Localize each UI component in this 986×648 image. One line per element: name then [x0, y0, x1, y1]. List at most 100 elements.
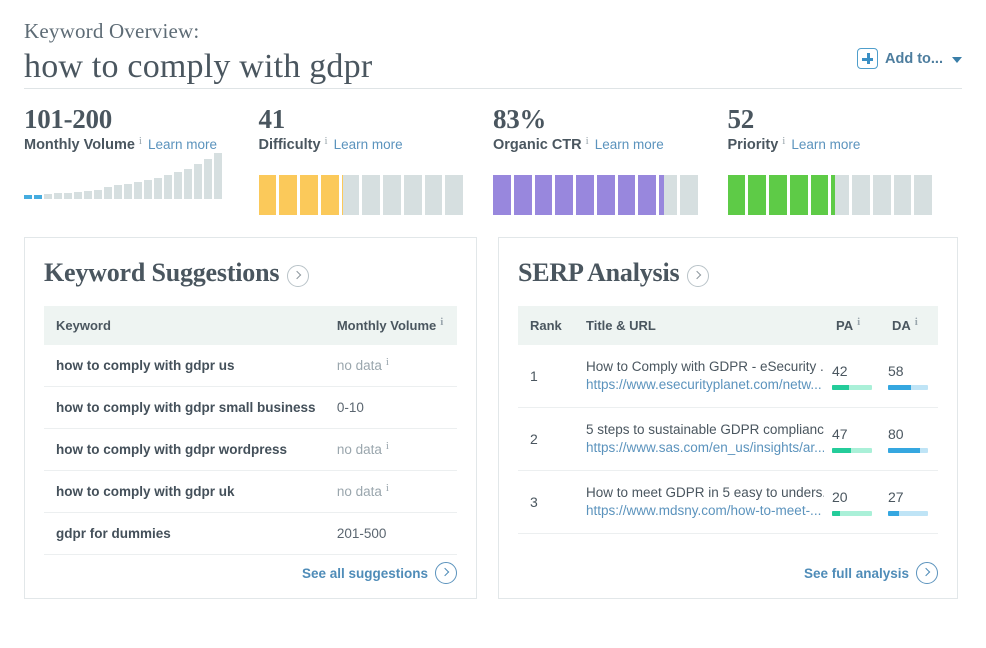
metric-organic-ctr: 83% Organic CTR i Learn more [493, 103, 728, 215]
panels-row: Keyword Suggestions Keyword Monthly Volu… [0, 215, 986, 599]
info-icon[interactable]: i [857, 316, 860, 328]
result-url[interactable]: https://www.esecurityplanet.com/netw... [586, 376, 824, 394]
column-header-pa[interactable]: PA i [824, 306, 880, 345]
result-url[interactable]: https://www.sas.com/en_us/insights/ar... [586, 439, 824, 457]
add-to-button[interactable]: Add to... [857, 48, 962, 69]
histogram-bar [24, 195, 32, 199]
gauge-segment [403, 175, 422, 215]
pa-score: 47 [832, 425, 848, 442]
gauge-segment-fill [810, 175, 829, 215]
gauge-segment [659, 175, 677, 215]
see-full-analysis-link[interactable]: See full analysis [804, 562, 938, 584]
da-score-bar [888, 447, 928, 453]
column-header-keyword[interactable]: Keyword [44, 306, 325, 345]
histogram-bar [134, 182, 142, 199]
info-icon[interactable]: i [915, 316, 918, 328]
gauge-segment-fill [513, 175, 532, 215]
gauge-segment [596, 175, 615, 215]
title-url-cell: How to meet GDPR in 5 easy to unders... h… [574, 470, 824, 534]
da-score-bar-fill [888, 447, 920, 453]
table-row[interactable]: how to comply with gdpr us no data i [44, 345, 457, 387]
gauge-segment [893, 175, 912, 215]
pa-score-bar [832, 510, 872, 516]
table-row[interactable]: 3 How to meet GDPR in 5 easy to unders...… [518, 470, 938, 534]
keyword-suggestions-table-wrap: Keyword Monthly Volume i how to comply wi… [25, 288, 476, 555]
volume-cell: 0-10 [324, 386, 457, 429]
histogram-bar [104, 187, 112, 199]
keyword-suggestions-panel: Keyword Suggestions Keyword Monthly Volu… [24, 237, 477, 599]
keyword-suggestions-title: Keyword Suggestions [44, 258, 280, 287]
info-icon[interactable]: i [386, 482, 389, 494]
table-row[interactable]: how to comply with gdpr wordpress no data… [44, 428, 457, 471]
gauge-segment-fill [576, 175, 594, 215]
column-header-monthly-volume-label: Monthly Volume [336, 318, 437, 333]
gauge-segment [914, 175, 932, 215]
info-icon[interactable]: i [386, 356, 389, 368]
volume-histogram [24, 153, 229, 199]
gauge-segment [727, 175, 746, 215]
info-icon[interactable]: i [440, 316, 443, 328]
keyword-cell: how to comply with gdpr us [44, 345, 325, 387]
result-title: 5 steps to sustainable GDPR complianc... [586, 422, 824, 437]
table-row[interactable]: gdpr for dummies 201-500 [44, 512, 457, 555]
see-full-analysis-label: See full analysis [803, 565, 909, 581]
circle-arrow-right-icon[interactable] [687, 265, 710, 287]
table-row[interactable]: how to comply with gdpr uk no data i [44, 470, 457, 513]
gauge-segment [555, 175, 573, 215]
chevron-down-icon [952, 56, 962, 63]
learn-more-link[interactable]: Learn more [791, 137, 860, 152]
table-row[interactable]: 25 steps to sustainable GDPR complianc..… [518, 407, 938, 471]
header-divider [24, 88, 962, 89]
metric-name: Monthly Volume [24, 137, 135, 153]
circle-arrow-right-icon[interactable] [287, 265, 310, 287]
keyword-cell: how to comply with gdpr small business [44, 386, 325, 429]
volume-value: 201-500 [336, 526, 387, 541]
metric-value: 52 [727, 104, 755, 134]
gauge-segment [638, 175, 656, 215]
see-all-suggestions-link[interactable]: See all suggestions [302, 562, 457, 584]
da-score-bar [888, 384, 928, 390]
gauge-segment [789, 175, 808, 215]
info-icon[interactable]: i [325, 135, 328, 147]
pa-score-bar [832, 447, 872, 453]
result-url[interactable]: https://www.mdsny.com/how-to-meet-... [586, 502, 824, 520]
gauge-segment-fill [659, 175, 665, 215]
gauge-segment-fill [341, 175, 344, 215]
column-header-monthly-volume[interactable]: Monthly Volume i [324, 306, 457, 345]
gauge-segment [769, 175, 787, 215]
column-header-rank[interactable]: Rank [518, 306, 574, 345]
learn-more-link[interactable]: Learn more [334, 137, 403, 152]
info-icon[interactable]: i [782, 135, 785, 147]
metric-monthly-volume: 101-200 Monthly Volume i Learn more [24, 103, 259, 215]
gauge-segment [424, 175, 443, 215]
column-header-title-url[interactable]: Title & URL [574, 306, 824, 345]
metric-name: Priority [727, 137, 779, 153]
table-row[interactable]: 1 How to Comply with GDPR - eSecurity ...… [518, 345, 938, 408]
gauge-segment-fill [493, 175, 511, 215]
learn-more-link[interactable]: Learn more [595, 137, 664, 152]
gauge-segment [445, 175, 463, 215]
column-header-da[interactable]: DA i [880, 306, 938, 345]
info-icon[interactable]: i [586, 135, 589, 147]
gauge-segment-fill [617, 175, 636, 215]
histogram-bar [214, 153, 222, 199]
gauge-segment [831, 175, 849, 215]
keyword-suggestions-table: Keyword Monthly Volume i how to comply wi… [44, 306, 457, 555]
histogram-bar [144, 180, 152, 199]
gauge-segment [320, 175, 339, 215]
column-header-pa-label: PA [836, 318, 854, 333]
pa-cell: 20 [824, 470, 880, 534]
gauge-segment-fill [769, 175, 787, 215]
learn-more-link[interactable]: Learn more [148, 137, 217, 152]
circle-arrow-right-icon [916, 562, 938, 584]
gauge-segment [534, 175, 553, 215]
histogram-bar [64, 193, 72, 199]
page-header: Keyword Overview: how to comply with gdp… [0, 0, 986, 89]
histogram-bar [184, 169, 192, 199]
gauge-segment [300, 175, 318, 215]
table-row[interactable]: how to comply with gdpr small business 0-… [44, 386, 457, 429]
result-title: How to meet GDPR in 5 easy to unders... [586, 485, 824, 500]
pa-score-bar [832, 384, 872, 390]
info-icon[interactable]: i [386, 440, 389, 452]
info-icon[interactable]: i [139, 135, 142, 147]
